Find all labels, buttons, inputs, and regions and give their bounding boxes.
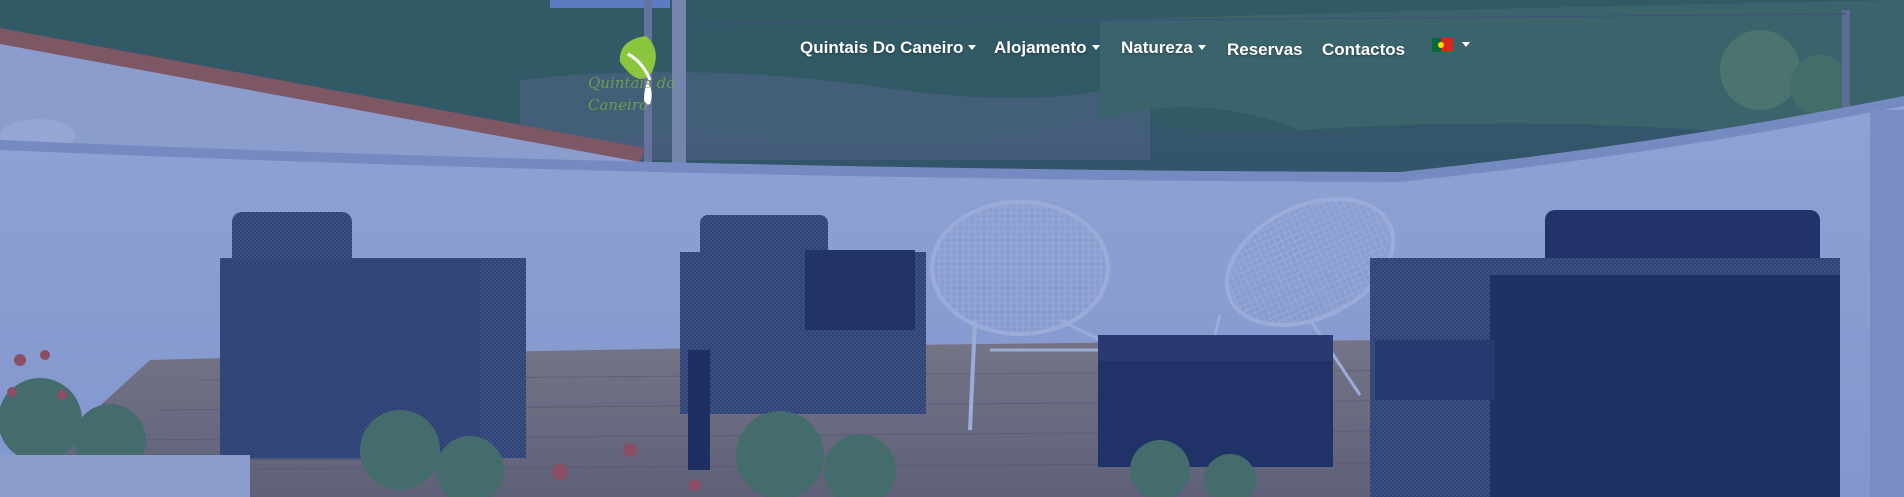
nav-item-label: Quintais Do Caneiro [800, 38, 964, 57]
caret-down-icon [968, 45, 977, 50]
hero-banner: Quintais do Caneiro Quintais Do Caneiro … [0, 0, 1904, 497]
nav-item-reservas[interactable]: Reservas [1227, 38, 1303, 62]
logo-wordmark: Quintais do Caneiro [588, 74, 676, 114]
caret-down-icon [1197, 45, 1206, 50]
portugal-flag-icon [1432, 38, 1453, 52]
nav-item-natureza[interactable]: Natureza [1121, 36, 1206, 60]
nav-item-label: Alojamento [994, 38, 1087, 57]
caret-down-icon [1091, 45, 1100, 50]
nav-item-quintais-do-caneiro[interactable]: Quintais Do Caneiro [800, 36, 977, 60]
nav-item-label: Natureza [1121, 38, 1193, 57]
nav-item-label: Reservas [1227, 40, 1303, 59]
nav-item-contactos[interactable]: Contactos [1322, 38, 1405, 62]
nav-item-label: Contactos [1322, 40, 1406, 59]
nav-item-alojamento[interactable]: Alojamento [994, 36, 1100, 60]
hero-background-image [0, 0, 1904, 497]
site-logo[interactable]: Quintais do Caneiro [588, 32, 678, 127]
language-selector[interactable] [1432, 35, 1472, 57]
caret-down-icon [1462, 42, 1470, 47]
